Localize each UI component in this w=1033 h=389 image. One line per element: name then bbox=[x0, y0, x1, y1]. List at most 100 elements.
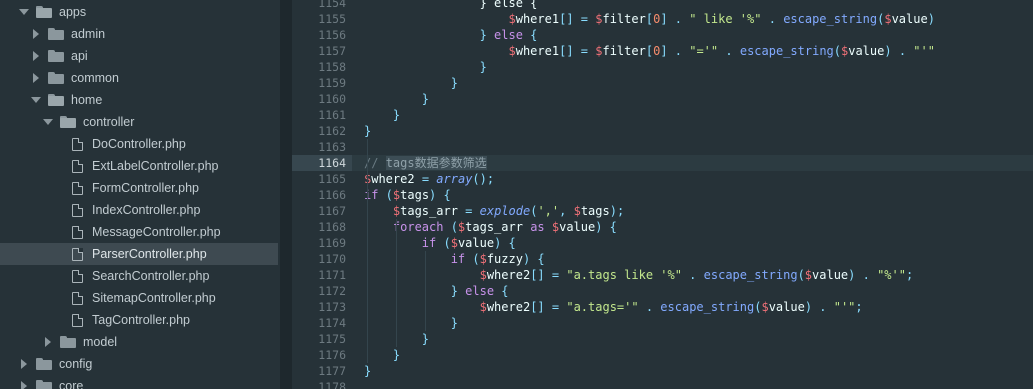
code-token: { bbox=[494, 284, 509, 298]
code-area[interactable]: } else {$where1[] = $filter[0] . " like … bbox=[364, 0, 1033, 389]
code-line[interactable]: if ($value) { bbox=[422, 235, 516, 251]
folder-item-apps[interactable]: apps bbox=[0, 1, 278, 23]
code-line[interactable]: } bbox=[422, 91, 429, 107]
code-line[interactable]: if ($tags) { bbox=[364, 187, 451, 203]
line-number: 1159 bbox=[318, 76, 346, 90]
folder-item-home[interactable]: home bbox=[0, 89, 278, 111]
line-number: 1177 bbox=[318, 364, 346, 378]
chevron-down-icon[interactable] bbox=[30, 94, 42, 106]
tree-item-label: common bbox=[71, 71, 119, 85]
file-item-docontroller-php[interactable]: DoController.php bbox=[0, 133, 278, 155]
code-token: else bbox=[494, 28, 523, 42]
chevron-right-icon[interactable] bbox=[18, 358, 30, 370]
code-line[interactable]: } bbox=[393, 347, 400, 363]
code-line[interactable]: } bbox=[364, 123, 371, 139]
code-line[interactable]: } bbox=[451, 75, 458, 91]
file-icon bbox=[72, 137, 83, 151]
code-token: " like '%" bbox=[689, 12, 762, 26]
file-item-messagecontroller-php[interactable]: MessageController.php bbox=[0, 221, 278, 243]
file-item-extlabelcontroller-php[interactable]: ExtLabelController.php bbox=[0, 155, 278, 177]
tree-item-label: model bbox=[83, 335, 118, 349]
chevron-down-icon[interactable] bbox=[42, 116, 54, 128]
code-line[interactable]: $where2[] = "a.tags like '%" . escape_st… bbox=[480, 267, 914, 283]
line-number: 1154 bbox=[318, 0, 346, 10]
tree-item-label: SitemapController.php bbox=[92, 291, 216, 305]
code-line[interactable]: $where1[] = $filter[0] . "='" . escape_s… bbox=[509, 43, 935, 59]
code-line[interactable]: } else { bbox=[480, 27, 538, 43]
indent-guide bbox=[367, 139, 368, 363]
code-token: [ bbox=[645, 44, 654, 58]
code-line[interactable]: } bbox=[480, 59, 487, 75]
code-line[interactable]: } bbox=[451, 315, 458, 331]
chevron-right-icon[interactable] bbox=[42, 336, 54, 348]
chevron-right-icon[interactable] bbox=[30, 50, 42, 62]
code-token: } bbox=[479, 60, 487, 74]
code-token: ( bbox=[443, 220, 458, 234]
code-line[interactable]: $where1[] = $filter[0] . " like '%" . es… bbox=[509, 11, 935, 27]
code-token: ) { bbox=[595, 220, 617, 234]
file-icon bbox=[72, 313, 83, 327]
folder-icon bbox=[48, 50, 64, 62]
code-token: ( bbox=[833, 44, 841, 58]
line-number: 1162 bbox=[318, 124, 346, 138]
folder-item-controller[interactable]: controller bbox=[0, 111, 278, 133]
code-editor[interactable]: 1154 1155 1156 1157 1158 1159 1160 1161 1162 1163… bbox=[292, 0, 1033, 389]
folder-open-icon bbox=[48, 94, 64, 106]
file-item-tagcontroller-php[interactable]: TagController.php bbox=[0, 309, 278, 331]
chevron-down-icon[interactable] bbox=[18, 6, 30, 18]
folder-item-model[interactable]: model bbox=[0, 331, 278, 353]
code-token: } bbox=[392, 108, 401, 122]
code-line[interactable]: if ($fuzzy) { bbox=[451, 251, 545, 267]
code-token: } bbox=[421, 332, 430, 346]
line-number: 1157 bbox=[318, 44, 346, 58]
file-item-formcontroller-php[interactable]: FormController.php bbox=[0, 177, 278, 199]
code-token: "a.tags like '%" bbox=[566, 268, 682, 282]
tree-item-label: MessageController.php bbox=[92, 225, 221, 239]
code-line[interactable]: } bbox=[364, 363, 371, 379]
folder-icon bbox=[36, 358, 52, 370]
panel-divider[interactable] bbox=[280, 0, 292, 389]
chevron-right-icon[interactable] bbox=[18, 380, 30, 389]
code-token: escape_string bbox=[703, 268, 798, 282]
code-token: ( bbox=[797, 268, 805, 282]
folder-item-admin[interactable]: admin bbox=[0, 23, 278, 45]
code-line[interactable]: $where2 = array(); bbox=[364, 171, 494, 187]
file-icon bbox=[72, 291, 83, 305]
code-line[interactable]: } else { bbox=[480, 0, 538, 11]
tree-item-label: ParserController.php bbox=[92, 247, 207, 261]
file-item-parsercontroller-php[interactable]: ParserController.php bbox=[0, 243, 278, 265]
code-token: tags_arr bbox=[400, 204, 458, 218]
code-token: } bbox=[450, 316, 458, 330]
chevron-right-icon[interactable] bbox=[30, 28, 42, 40]
code-line[interactable]: $where2[] = "a.tags='" . escape_string($… bbox=[480, 299, 863, 315]
code-line[interactable]: } bbox=[393, 107, 400, 123]
folder-icon bbox=[48, 28, 64, 40]
line-number: 1167 bbox=[318, 204, 346, 218]
code-line[interactable]: $tags_arr = explode(',', $tags); bbox=[393, 203, 624, 219]
file-item-searchcontroller-php[interactable]: SearchController.php bbox=[0, 265, 278, 287]
code-token: ); bbox=[609, 204, 625, 218]
code-token: fuzzy bbox=[486, 252, 523, 266]
code-line[interactable]: } else { bbox=[451, 283, 509, 299]
file-item-sitemapcontroller-php[interactable]: SitemapController.php bbox=[0, 287, 278, 309]
line-number: 1156 bbox=[318, 28, 346, 42]
line-number: 1155 bbox=[318, 12, 346, 26]
line-number: 1166 bbox=[318, 188, 346, 202]
code-line[interactable]: foreach ($tags_arr as $value) { bbox=[393, 219, 617, 235]
tree-item-label: IndexController.php bbox=[92, 203, 201, 217]
file-item-indexcontroller-php[interactable]: IndexController.php bbox=[0, 199, 278, 221]
folder-item-config[interactable]: config bbox=[0, 353, 278, 375]
code-token: where1 bbox=[515, 12, 560, 26]
code-token: where2 bbox=[486, 300, 531, 314]
code-line[interactable]: // tags数据参数筛选 bbox=[364, 155, 487, 171]
folder-item-core[interactable]: core bbox=[0, 375, 278, 389]
code-line[interactable]: } bbox=[422, 331, 429, 347]
code-token: } bbox=[479, 28, 495, 42]
chevron-right-icon[interactable] bbox=[30, 72, 42, 84]
line-number: 1172 bbox=[318, 284, 346, 298]
folder-item-common[interactable]: common bbox=[0, 67, 278, 89]
code-token: } bbox=[450, 284, 466, 298]
folder-item-api[interactable]: api bbox=[0, 45, 278, 67]
